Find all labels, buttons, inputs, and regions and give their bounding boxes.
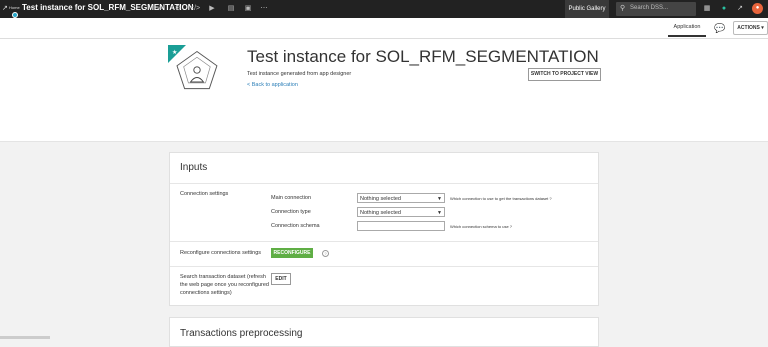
top-navbar: ↗ Home Test instance for SOL_RFM_SEGMENT… <box>0 0 768 18</box>
project-title[interactable]: Test instance for SOL_RFM_SEGMENTATION <box>22 3 194 12</box>
edit-button[interactable]: EDIT <box>271 273 291 285</box>
play-icon[interactable]: ▶ <box>207 4 217 14</box>
activity-icon[interactable]: ↗ <box>735 4 745 14</box>
tab-application[interactable]: Application <box>668 18 706 37</box>
search-dataset-label: Search transaction dataset (refresh the … <box>180 274 269 296</box>
connection-schema-label: Connection schema <box>271 223 320 229</box>
chevron-down-icon: ▼ <box>437 196 442 202</box>
chevron-down-icon: ▼ <box>437 210 442 216</box>
main-connection-select[interactable]: Nothing selected ▼ <box>357 193 445 203</box>
public-gallery-button[interactable]: Public Gallery <box>565 0 609 18</box>
svg-text:★: ★ <box>172 49 177 56</box>
actions-dropdown[interactable]: ACTIONS ▾ <box>733 21 768 35</box>
connection-type-value: Nothing selected <box>360 210 401 216</box>
discussions-icon[interactable]: 💬 <box>714 23 725 33</box>
connection-schema-input[interactable] <box>357 221 445 231</box>
search-input[interactable]: Search DSS... <box>630 5 668 11</box>
connection-schema-help: Which connection schema to use ? <box>450 224 513 229</box>
flow-icon[interactable]: ⇌ <box>155 4 165 14</box>
connection-type-label: Connection type <box>271 209 311 215</box>
main-connection-help: Which connection to use to get the trans… <box>450 196 552 201</box>
chevron-down-icon: ▾ <box>761 25 764 31</box>
connection-settings-label: Connection settings <box>180 191 229 197</box>
connection-type-select[interactable]: Nothing selected ▼ <box>357 207 445 217</box>
more-icon[interactable]: ⋯ <box>259 4 269 14</box>
inputs-card: Inputs Connection settings Main connecti… <box>169 152 599 306</box>
switch-to-project-view-button[interactable]: SWITCH TO PROJECT VIEW <box>528 68 601 81</box>
status-icon[interactable]: ● <box>719 4 729 14</box>
page-subtitle: Test instance generated from app designe… <box>247 71 352 77</box>
home-button[interactable]: ↗ Home <box>2 1 20 18</box>
app-badge: ★ <box>168 45 218 90</box>
actions-label: ACTIONS <box>737 25 760 31</box>
preprocessing-card: Transactions preprocessing <box>169 317 599 347</box>
reconfigure-label: Reconfigure connections settings <box>180 250 262 256</box>
user-avatar[interactable]: ● <box>752 3 763 14</box>
home-label: Home <box>9 5 20 10</box>
search-icon: ⚲ <box>620 5 626 12</box>
divider <box>170 241 598 242</box>
inputs-title: Inputs <box>180 162 208 173</box>
back-to-application-link[interactable]: < Back to application <box>247 82 298 88</box>
divider <box>170 266 598 267</box>
main-connection-value: Nothing selected <box>360 196 401 202</box>
page-title: Test instance for SOL_RFM_SEGMENTATION <box>247 47 599 66</box>
settings-icon[interactable]: ⚙ <box>173 4 183 14</box>
wiki-icon[interactable]: ▣ <box>243 4 253 14</box>
preprocessing-title: Transactions preprocessing <box>180 328 303 339</box>
code-icon[interactable]: </> <box>190 4 200 14</box>
apps-grid-icon[interactable]: ▦ <box>702 4 712 14</box>
dashboard-icon[interactable]: ▤ <box>226 4 236 14</box>
reconfigure-button[interactable]: RECONFIGURE <box>271 248 313 258</box>
app-subbar: Application 💬 ACTIONS ▾ <box>0 18 768 39</box>
divider <box>170 183 598 184</box>
user-icon <box>193 66 201 74</box>
search-box[interactable]: ⚲ Search DSS... <box>616 2 696 16</box>
home-icon: ↗ <box>2 5 8 12</box>
help-icon[interactable]: ? <box>322 250 329 257</box>
main-connection-label: Main connection <box>271 195 312 201</box>
